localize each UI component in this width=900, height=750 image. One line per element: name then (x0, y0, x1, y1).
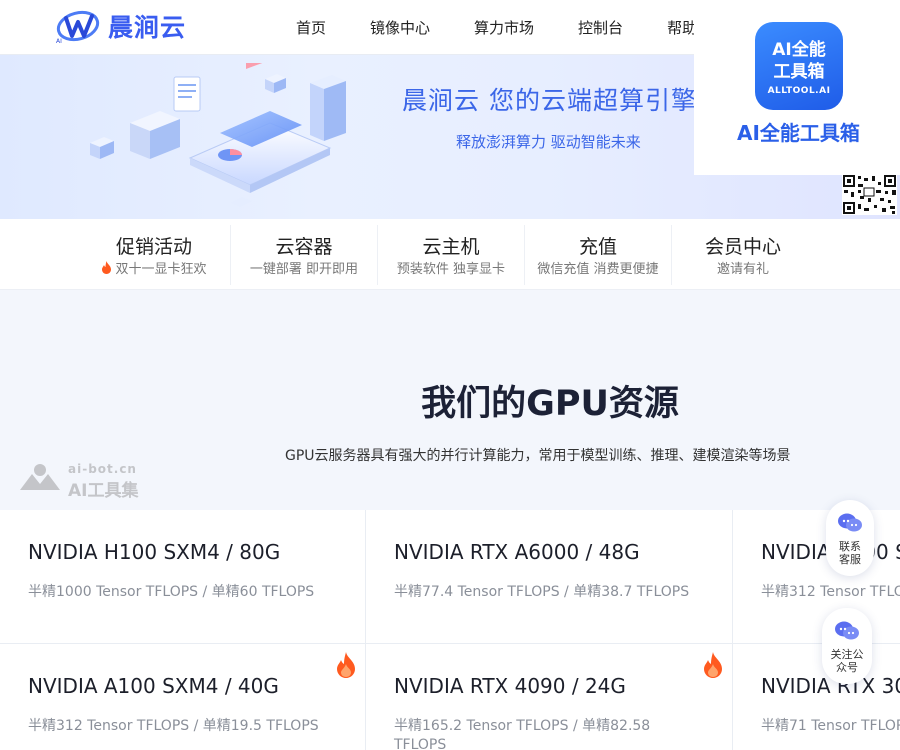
site-logo[interactable]: AI 晨涧云 (56, 8, 187, 45)
gpu-spec: 半精77.4 Tensor TFLOPS / 单精38.7 TFLOPS (394, 584, 690, 600)
quick-item-title: 会员中心 (704, 236, 781, 258)
gpu-card[interactable]: NVIDIA RTX A6000 / 48G 半精77.4 Tensor TFL… (366, 510, 733, 644)
gpu-name: NVIDIA A100 SXM4 / 40G (28, 674, 279, 698)
alltool-app-icon: AI全能 工具箱 ALLTOOL.AI (755, 22, 843, 110)
nav-console[interactable]: 控制台 (578, 17, 623, 38)
section-subtitle: GPU云服务器具有强大的并行计算能力，常用于模型训练、推理、建模渲染等场景 (285, 448, 791, 464)
quick-nav: 促销活动 双十一显卡狂欢 云容器 一键部署 即开即用 云主机 预装软件 独享显卡… (0, 219, 900, 290)
flame-icon (102, 261, 112, 274)
nav-home[interactable]: 首页 (296, 17, 326, 38)
logo-text: 晨涧云 (108, 13, 187, 42)
contact-service-button[interactable]: 联系客服 (826, 500, 874, 576)
gpu-name: NVIDIA RTX A6000 / 48G (394, 540, 640, 564)
quick-item-title: 云主机 (422, 236, 480, 258)
hot-flame-icon (337, 652, 355, 678)
hot-flame-icon (704, 652, 722, 678)
promo-tile-line1: AI全能 (772, 40, 826, 60)
promo-name: AI全能工具箱 (737, 121, 860, 145)
gpu-card[interactable]: NVIDIA A100 SXM4 / 40G 半精312 Tensor TFLO… (0, 644, 366, 750)
quick-item-title: 充值 (578, 236, 617, 258)
gpu-card[interactable]: NVIDIA H100 SXM4 / 80G 半精1000 Tensor TFL… (0, 510, 366, 644)
quick-item-subtitle: 邀请有礼 (716, 262, 769, 277)
promo-panel[interactable]: AI全能 工具箱 ALLTOOL.AI AI全能工具箱 (694, 0, 900, 175)
quick-item-subtitle: 微信充值 消费更便捷 (537, 262, 659, 277)
quick-item-subtitle: 预装软件 独享显卡 (396, 262, 506, 277)
wechat-icon (835, 621, 859, 640)
promo-tile-line2: 工具箱 (773, 62, 825, 82)
qr-code-icon (842, 174, 897, 215)
quick-item-member-center[interactable]: 会员中心 邀请有礼 (672, 219, 814, 290)
quick-item-container[interactable]: 云容器 一键部署 即开即用 (231, 219, 377, 290)
follow-account-button[interactable]: 关注公众号 (822, 608, 872, 684)
gpu-name: NVIDIA RTX 4090 / 24G (394, 674, 626, 698)
quick-item-recharge[interactable]: 充值 微信充值 消费更便捷 (525, 219, 671, 290)
quick-item-promotions[interactable]: 促销活动 双十一显卡狂欢 (84, 219, 224, 290)
gpu-card[interactable]: NVIDIA A800 SXM4 / 80G 半精312 Tensor TFLO… (733, 510, 900, 644)
gpu-card[interactable]: NVIDIA RTX 3090 / 24G 半精71 Tensor TFLOPS… (733, 644, 900, 750)
quick-item-cloud-host[interactable]: 云主机 预装软件 独享显卡 (378, 219, 524, 290)
chat-bubble-icon (838, 513, 862, 532)
banner-subtitle: 释放澎湃算力 驱动智能未来 (456, 133, 641, 151)
quick-item-title: 促销活动 (115, 236, 192, 258)
gpu-spec: 半精312 Tensor TFLOPS / 单精19.5 TFLOPS (761, 584, 900, 600)
svg-text:AI: AI (56, 38, 62, 44)
section-title: 我们的GPU资源 (421, 384, 679, 424)
follow-account-label: 关注公众号 (830, 648, 864, 674)
nav-compute-market[interactable]: 算力市场 (474, 17, 534, 38)
ai-bot-logo-icon (20, 464, 60, 490)
banner-title: 晨涧云 您的云端超算引擎 (402, 86, 697, 115)
contact-service-label: 联系客服 (839, 540, 861, 566)
quick-item-subtitle: 一键部署 即开即用 (249, 262, 359, 277)
gpu-spec: 半精312 Tensor TFLOPS / 单精19.5 TFLOPS (28, 718, 319, 734)
logo-mark-icon: AI (56, 8, 104, 45)
watermark: ai-bot.cn AI工具集 (18, 462, 138, 501)
gpu-spec: 半精1000 Tensor TFLOPS / 单精60 TFLOPS (28, 584, 315, 600)
watermark-line1: ai-bot.cn (68, 462, 137, 476)
gpu-card[interactable]: NVIDIA RTX 4090 / 24G 半精165.2 Tensor TFL… (366, 644, 733, 750)
quick-item-subtitle: 双十一显卡狂欢 (115, 262, 207, 277)
gpu-spec: 半精71 Tensor TFLOPS / 单精35.6 TFLOPS (761, 718, 900, 734)
nav-image-center[interactable]: 镜像中心 (370, 17, 430, 38)
promo-tile-line3: ALLTOOL.AI (767, 86, 831, 96)
watermark-line2: AI工具集 (68, 481, 139, 501)
isometric-illustration-icon (90, 63, 346, 207)
gpu-name: NVIDIA H100 SXM4 / 80G (28, 540, 281, 564)
gpu-spec: 半精165.2 Tensor TFLOPS / 单精82.58 TFLOPS (394, 718, 651, 750)
quick-item-title: 云容器 (275, 236, 333, 258)
